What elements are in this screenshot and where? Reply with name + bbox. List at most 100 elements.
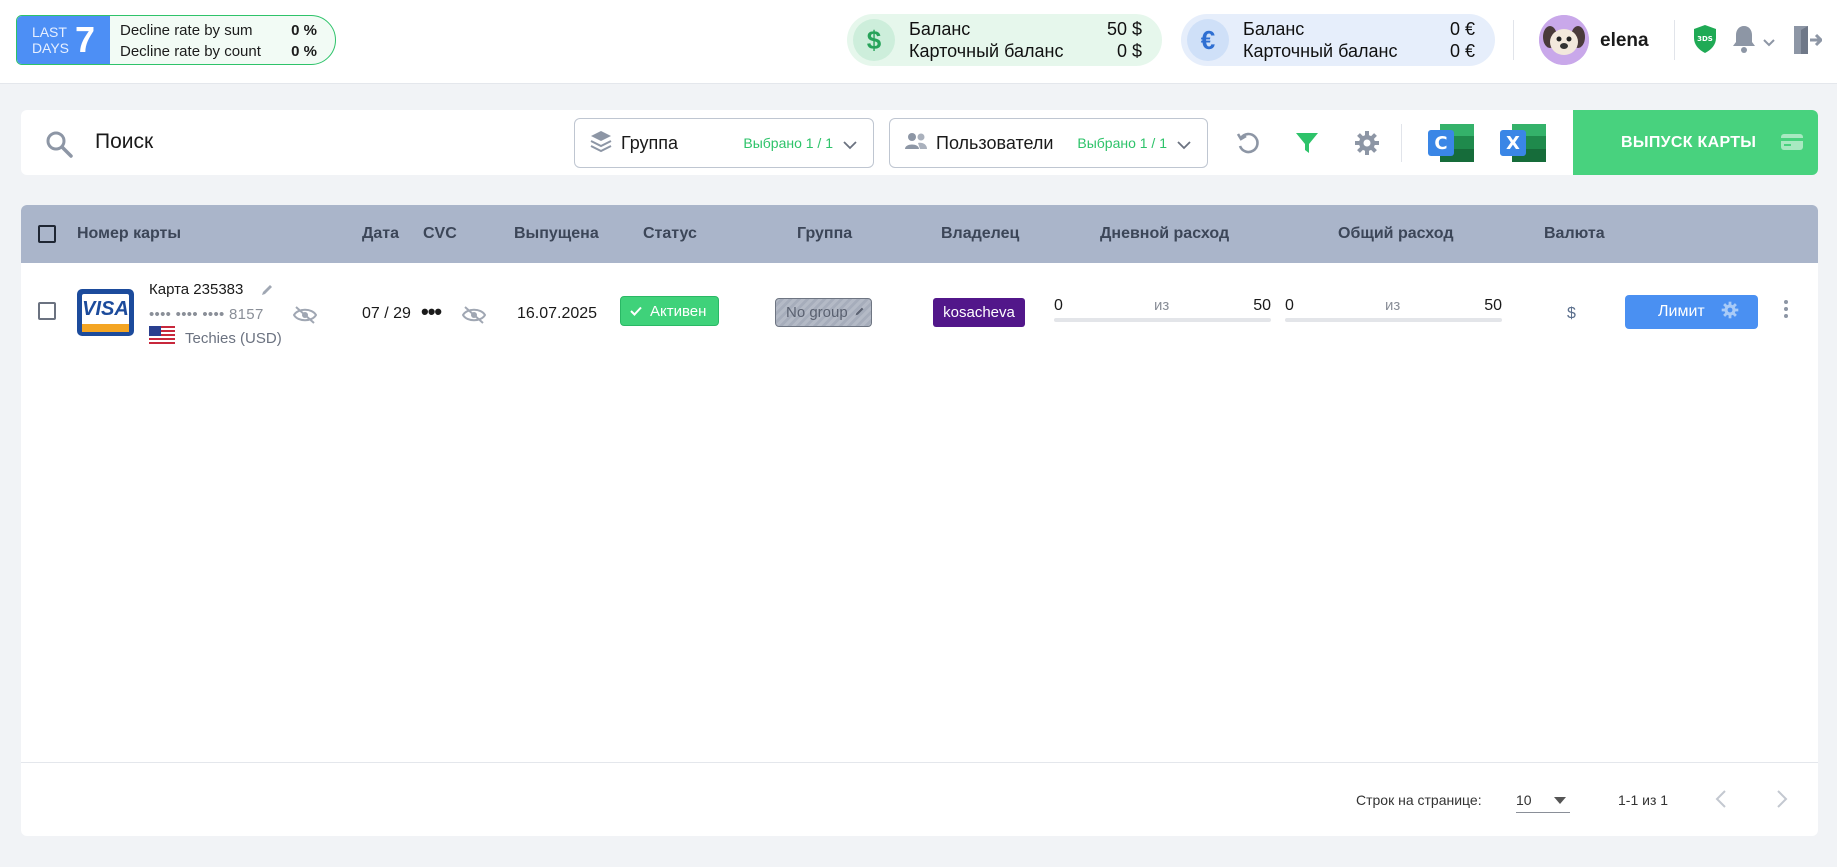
us-flag-icon: [149, 326, 175, 346]
credit-card-icon: [1780, 132, 1804, 157]
bell-icon[interactable]: [1731, 24, 1757, 59]
divider: [1401, 124, 1402, 162]
export-csv-icon[interactable]: C: [1426, 122, 1476, 169]
euro-icon: €: [1187, 19, 1229, 61]
owner-badge[interactable]: kosacheva: [933, 298, 1025, 327]
col-group[interactable]: Группа: [797, 225, 852, 243]
status-label: Активен: [650, 302, 707, 320]
search-icon: [45, 130, 73, 163]
rows-per-page-select[interactable]: 10: [1516, 783, 1570, 813]
chevron-left-icon[interactable]: [1715, 790, 1727, 813]
card-balance-value: 0 €: [1449, 40, 1475, 61]
group-filter-label: Группа: [621, 132, 679, 153]
balance-usd: $ Баланс 50 $ Карточный баланс 0 $: [847, 14, 1162, 66]
issued-date: 16.07.2025: [517, 305, 598, 322]
svg-text:3DS: 3DS: [1697, 35, 1713, 43]
more-options-icon[interactable]: [1783, 299, 1789, 324]
rows-per-page-label: Строк на странице:: [1356, 792, 1482, 808]
refresh-icon[interactable]: [1235, 130, 1261, 161]
total-spend: 0 из 50: [1285, 297, 1502, 327]
cards-table: Номер карты Дата CVC Выпущена Статус Гру…: [21, 205, 1818, 836]
table-pagination: Строк на странице: 10 1-1 из 1: [21, 762, 1818, 836]
group-label: No group: [786, 304, 848, 321]
card-balance-label: Карточный баланс: [909, 40, 1064, 61]
logout-icon[interactable]: [1792, 24, 1824, 61]
balance-label: Баланс: [909, 18, 971, 39]
col-date[interactable]: Дата: [362, 225, 399, 243]
pagination-range: 1-1 из 1: [1618, 792, 1669, 808]
svg-text:C: C: [1434, 133, 1447, 154]
group-filter-count: Выбрано 1 / 1: [743, 135, 833, 151]
col-owner[interactable]: Владелец: [941, 225, 1019, 243]
avatar[interactable]: [1539, 15, 1589, 65]
search-input[interactable]: Поиск: [95, 130, 153, 154]
export-excel-icon[interactable]: X: [1498, 122, 1548, 169]
decline-rate-sum: Decline rate by sum 0 %: [120, 22, 317, 39]
eye-off-icon[interactable]: [461, 306, 487, 329]
stats-days-value: 7: [75, 19, 96, 60]
total-limit: 50: [1484, 297, 1502, 314]
card-region: Techies (USD): [185, 330, 282, 347]
check-icon: [630, 303, 642, 320]
card-name: Карта 235383: [149, 281, 244, 298]
card-number-masked: •••• •••• •••• 8157: [149, 306, 264, 323]
group-badge[interactable]: No group: [775, 298, 872, 327]
cvc-masked: •••: [421, 299, 442, 324]
currency: $: [1567, 305, 1576, 322]
total-spent: 0: [1285, 297, 1294, 314]
limit-button[interactable]: Лимит: [1625, 295, 1758, 329]
balance-value: 50 $: [1106, 18, 1142, 39]
username[interactable]: elena: [1600, 30, 1649, 52]
chevron-down-icon: [1177, 137, 1191, 155]
divider: [1674, 20, 1675, 60]
gear-icon[interactable]: [1354, 130, 1380, 161]
col-total-spend[interactable]: Общий расход: [1338, 225, 1454, 243]
col-issued[interactable]: Выпущена: [514, 225, 599, 243]
filter-icon[interactable]: [1294, 130, 1320, 161]
col-cvc[interactable]: CVC: [423, 225, 457, 243]
users-filter-label: Пользователи: [936, 132, 1054, 153]
visa-logo-icon: VISA: [77, 289, 134, 336]
total-progress-bar: [1285, 318, 1502, 322]
status-badge[interactable]: Активен: [620, 296, 719, 326]
card-balance-label: Карточный баланс: [1243, 40, 1398, 61]
balance-label: Баланс: [1243, 18, 1305, 39]
decline-rate-count: Decline rate by count 0 %: [120, 43, 317, 60]
stats-last-label: LAST: [31, 24, 67, 40]
group-filter-select[interactable]: Группа Выбрано 1 / 1: [574, 118, 874, 168]
total-of: из: [1385, 297, 1401, 314]
select-all-checkbox[interactable]: [38, 225, 56, 243]
col-card-number[interactable]: Номер карты: [77, 225, 181, 243]
daily-limit: 50: [1253, 297, 1271, 314]
table-header: Номер карты Дата CVC Выпущена Статус Гру…: [21, 205, 1818, 263]
chevron-right-icon[interactable]: [1776, 790, 1788, 813]
toolbar: Поиск Группа Выбрано 1 / 1 Пользователи …: [21, 110, 1818, 175]
layers-icon: [589, 129, 613, 158]
daily-progress-bar: [1054, 318, 1271, 322]
expiry-date: 07 / 29: [362, 305, 411, 322]
col-status[interactable]: Статус: [643, 225, 697, 243]
svg-text:X: X: [1506, 133, 1520, 154]
dog-avatar-icon: [1539, 15, 1589, 65]
decline-stats-widget: LAST DAYS 7 Decline rate by sum 0 % Decl…: [16, 15, 336, 65]
3ds-shield-icon[interactable]: 3DS: [1693, 24, 1717, 59]
eye-off-icon[interactable]: [292, 306, 318, 329]
divider: [1513, 20, 1514, 60]
issue-card-button[interactable]: ВЫПУСК КАРТЫ: [1573, 110, 1818, 175]
caret-down-icon: [1554, 797, 1566, 804]
card-balance-value: 0 $: [1116, 40, 1142, 61]
pencil-icon: [854, 304, 865, 321]
col-daily-spend[interactable]: Дневной расход: [1100, 225, 1229, 243]
col-currency[interactable]: Валюта: [1544, 225, 1605, 243]
daily-spent: 0: [1054, 297, 1063, 314]
chevron-down-icon[interactable]: [1763, 34, 1775, 52]
pencil-icon[interactable]: [260, 283, 274, 302]
chevron-down-icon: [843, 137, 857, 155]
gear-icon: [1721, 301, 1739, 324]
stats-days-label: DAYS: [31, 40, 70, 56]
users-filter-select[interactable]: Пользователи Выбрано 1 / 1: [889, 118, 1208, 168]
top-header: LAST DAYS 7 Decline rate by sum 0 % Decl…: [0, 0, 1837, 84]
stats-period: LAST DAYS 7: [17, 16, 110, 64]
row-checkbox[interactable]: [38, 302, 56, 320]
users-icon: [904, 131, 928, 156]
